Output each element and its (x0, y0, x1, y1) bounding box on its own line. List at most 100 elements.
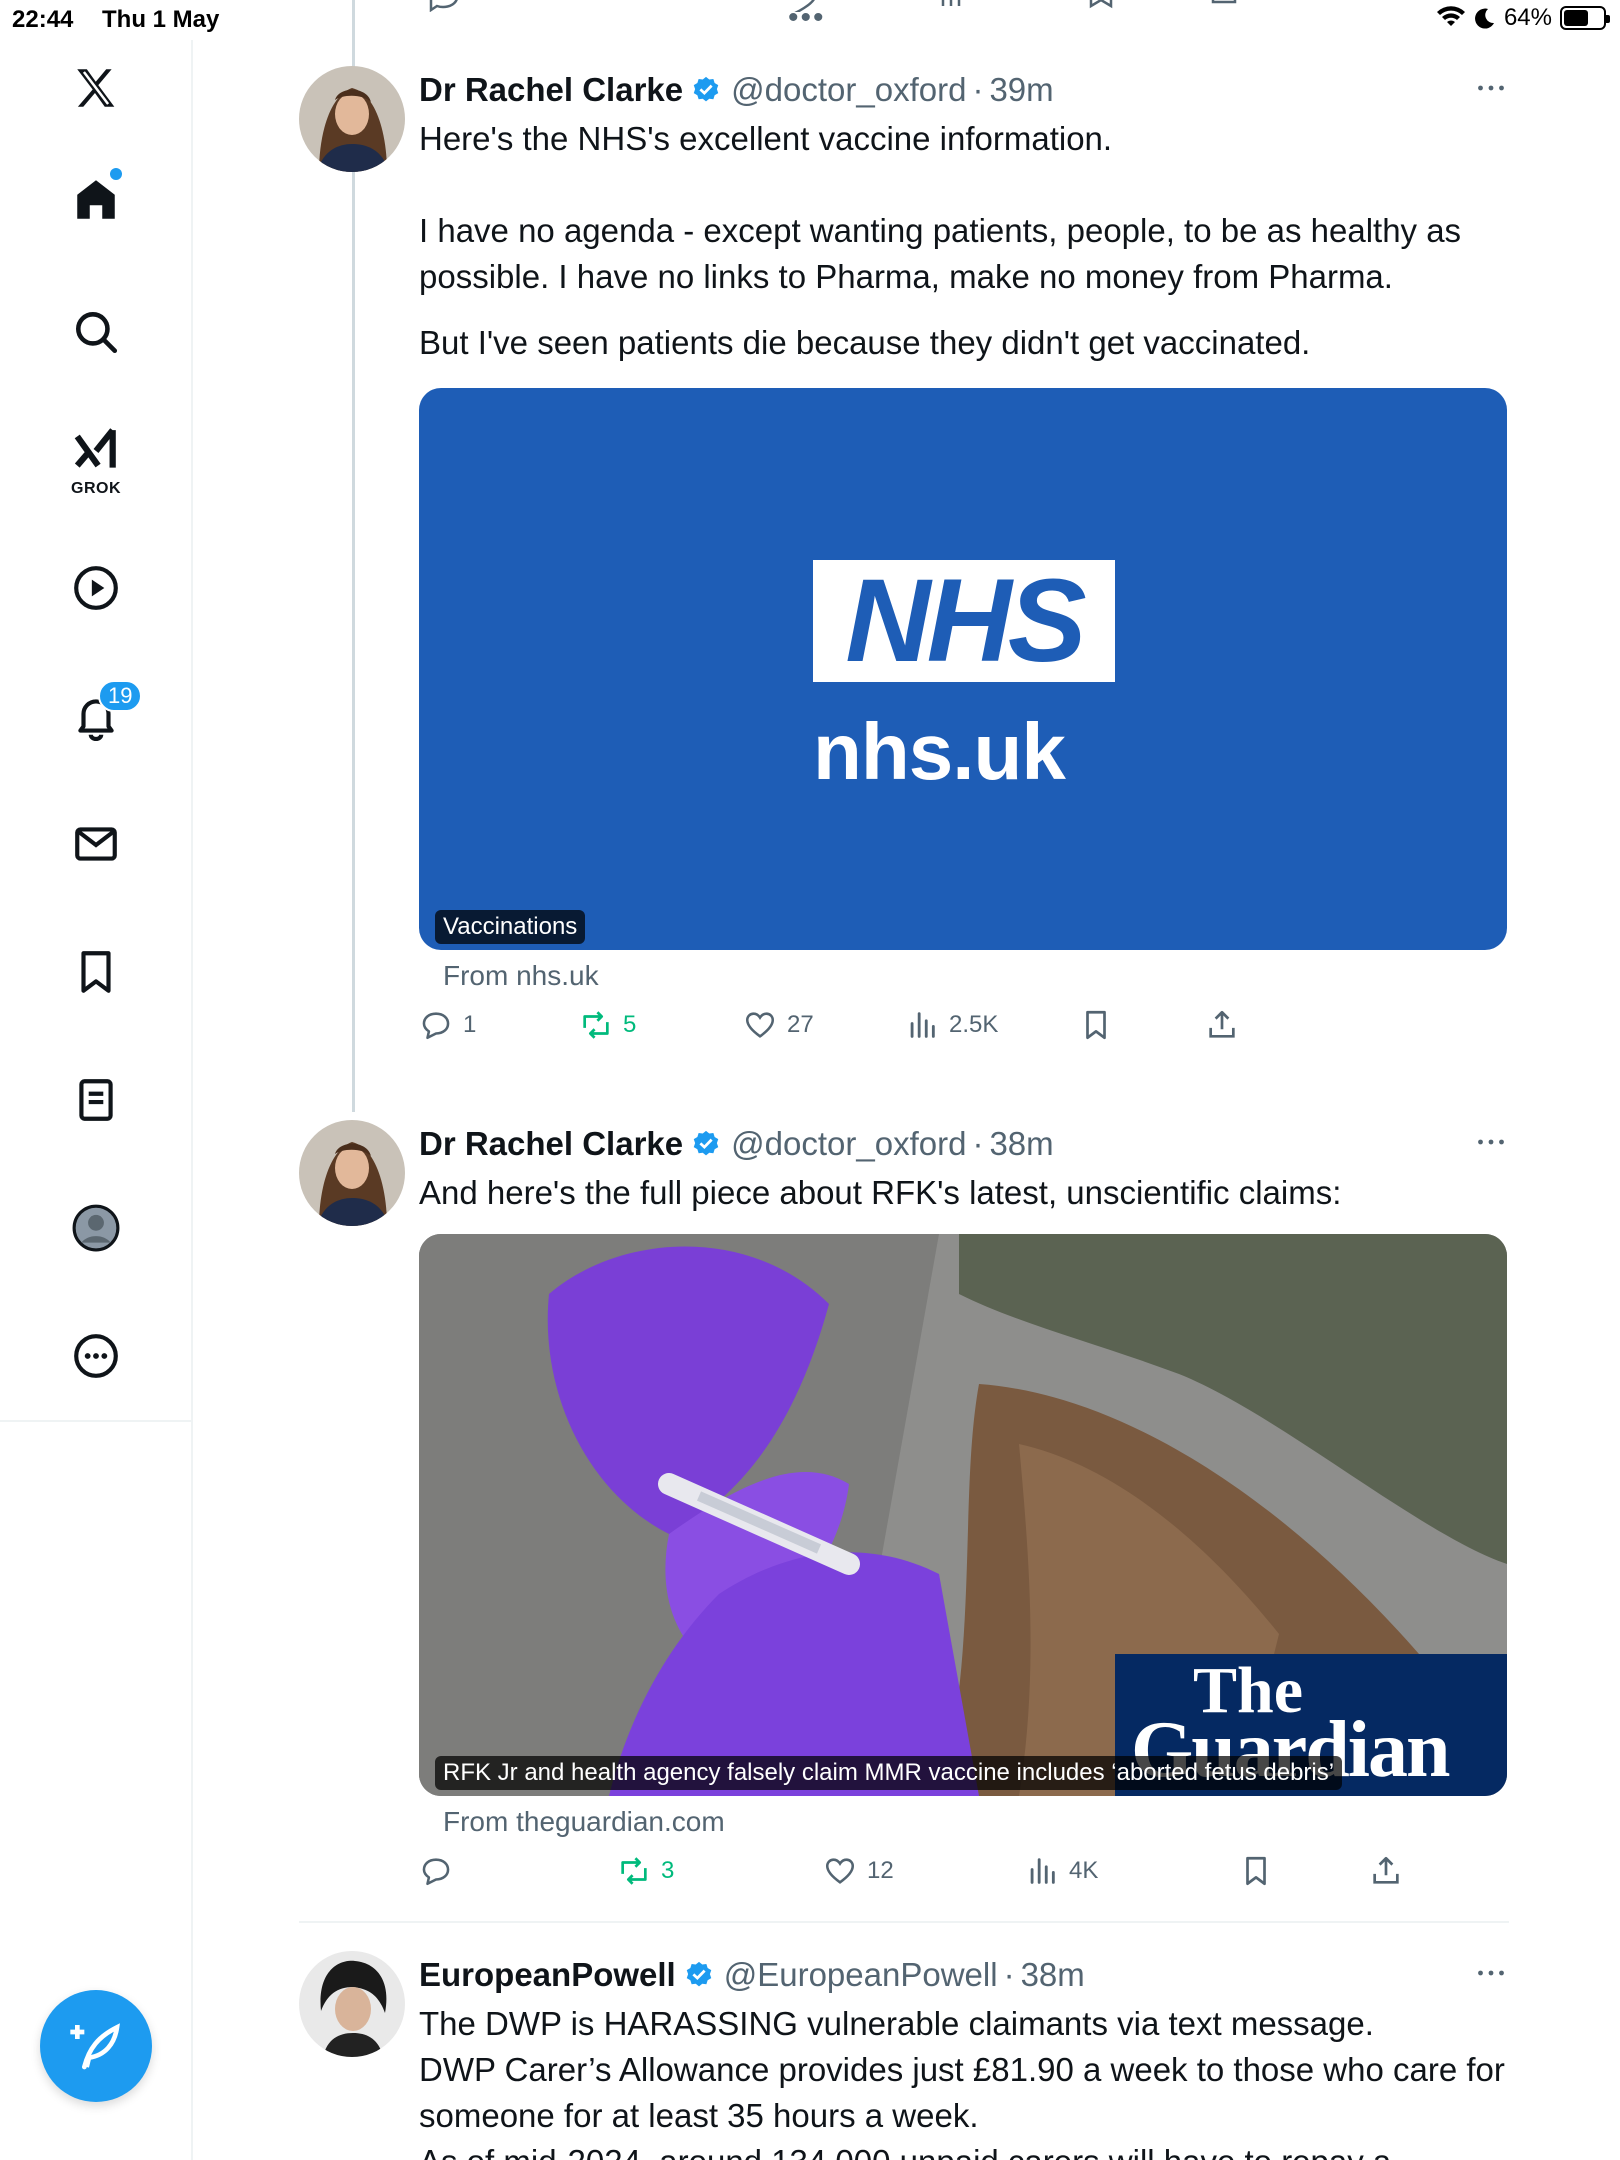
author-handle[interactable]: @EuropeanPowell (724, 1956, 998, 1994)
home-icon (77, 180, 115, 219)
like-button[interactable]: 27 (743, 1008, 814, 1042)
more-options-icon[interactable] (1473, 1955, 1509, 1991)
tweet-timestamp[interactable]: 39m (989, 71, 1053, 109)
separator-dot: · (972, 71, 984, 108)
views-button[interactable]: 2.5K (905, 1008, 998, 1042)
compose-feather-icon (70, 2023, 120, 2070)
tweet-actions: 1 5 27 2.5K (419, 1008, 1509, 1068)
author-name[interactable]: Dr Rachel Clarke (419, 71, 683, 109)
bookmark-icon (1246, 1856, 1266, 1886)
verified-badge-icon (693, 1130, 719, 1156)
bookmark-button[interactable] (1239, 1854, 1273, 1888)
author-handle[interactable]: @doctor_oxford (731, 1125, 966, 1163)
nav-search[interactable] (56, 292, 136, 372)
heart-icon (825, 1858, 855, 1884)
tweet-header: Dr Rachel Clarke @doctor_oxford · 38m (419, 1120, 1509, 1168)
x-logo-icon[interactable] (56, 48, 136, 128)
heart-icon (745, 1012, 775, 1038)
repost-button[interactable]: 5 (579, 1008, 636, 1042)
search-icon (76, 312, 118, 354)
grok-label: GROK (71, 480, 121, 497)
card-title-label: RFK Jr and health agency falsely claim M… (435, 1756, 1343, 1790)
bookmark-button[interactable] (1079, 1008, 1113, 1042)
repost-icon (621, 1857, 647, 1885)
bookmark-icon (81, 951, 111, 993)
nav-grok[interactable]: GROK (56, 420, 136, 500)
nav-bookmarks[interactable] (56, 932, 136, 1012)
tweet-text-line: DWP Carer’s Allowance provides just £81.… (419, 2051, 1505, 2134)
nav-more[interactable] (56, 1316, 136, 1396)
link-card-nhs[interactable]: NHS nhs.uk Vaccinations (419, 388, 1507, 950)
repost-count: 3 (661, 1857, 675, 1884)
author-handle[interactable]: @doctor_oxford (731, 71, 966, 109)
card-domain-text: nhs.uk (813, 707, 1066, 796)
nav-video[interactable] (56, 548, 136, 628)
tweet-timestamp[interactable]: 38m (1021, 1956, 1085, 1994)
author-avatar[interactable] (299, 66, 405, 172)
nav-home[interactable] (56, 160, 136, 240)
tweet-text-line: And here's the full piece about RFK's la… (419, 1174, 1342, 1211)
tweet-header: Dr Rachel Clarke @doctor_oxford · 39m (419, 66, 1509, 114)
reply-icon (422, 1012, 450, 1040)
share-button[interactable] (1205, 1008, 1239, 1042)
more-options-icon[interactable] (1473, 1124, 1509, 1160)
play-icon (74, 566, 118, 610)
separator-dot: · (1003, 1956, 1015, 1993)
tweet-body: EuropeanPowell @EuropeanPowell · 38m The… (419, 1951, 1509, 2160)
notification-badge: 19 (98, 680, 143, 712)
tweet-text-line: As of mid-2024, around 134,000 unpaid ca… (419, 2139, 1509, 2160)
sidebar: GROK 19 (0, 40, 193, 2160)
tweet-text: And here's the full piece about RFK's la… (419, 1170, 1509, 1216)
reply-icon (422, 1858, 450, 1886)
tweet-body: Dr Rachel Clarke @doctor_oxford · 39m He… (419, 66, 1509, 1068)
card-source[interactable]: From theguardian.com (443, 1806, 1509, 1846)
view-count: 4K (1069, 1857, 1099, 1884)
link-card-guardian[interactable]: The Guardian RFK Jr and health agency fa… (419, 1234, 1507, 1796)
tweet-timestamp[interactable]: 38m (989, 1125, 1053, 1163)
previous-post-actions (429, 0, 1237, 12)
verified-badge-icon (693, 76, 719, 102)
grok-icon (74, 428, 116, 468)
tweet-text-line: The DWP is HARASSING vulnerable claimant… (419, 2005, 1374, 2042)
compose-post-button[interactable] (40, 1990, 152, 2102)
nav-lists[interactable] (56, 1060, 136, 1140)
tweet-text-line: Here's the NHS's excellent vaccine infor… (419, 120, 1113, 157)
unread-dot (110, 168, 122, 180)
repost-button[interactable]: 3 (617, 1854, 674, 1888)
tweet-header: EuropeanPowell @EuropeanPowell · 38m (419, 1951, 1509, 1999)
sidebar-divider (0, 1420, 193, 1422)
bookmark-icon (1086, 1010, 1106, 1040)
author-avatar[interactable] (299, 1120, 405, 1226)
author-avatar[interactable] (299, 1951, 405, 2057)
like-count: 12 (867, 1857, 894, 1884)
list-icon (79, 1079, 113, 1121)
share-icon (1209, 1010, 1235, 1038)
like-count: 27 (787, 1011, 814, 1038)
profile-avatar-icon (72, 1204, 120, 1252)
card-source[interactable]: From nhs.uk (443, 960, 1509, 1000)
share-button[interactable] (1369, 1854, 1403, 1888)
views-button[interactable]: 4K (1025, 1854, 1098, 1888)
more-options-icon[interactable] (1473, 70, 1509, 106)
more-circle-icon (74, 1334, 118, 1378)
tweet-text-line: I have no agenda - except wanting patien… (419, 212, 1462, 295)
nav-notifications[interactable]: 19 (56, 676, 143, 756)
like-button[interactable]: 12 (823, 1854, 894, 1888)
separator-dot: · (972, 1125, 984, 1162)
author-name[interactable]: EuropeanPowell (419, 1956, 676, 1994)
author-name[interactable]: Dr Rachel Clarke (419, 1125, 683, 1163)
nav-messages[interactable] (56, 804, 136, 884)
reply-button[interactable]: 1 (419, 1008, 476, 1042)
reply-button[interactable] (419, 1854, 463, 1888)
view-count: 2.5K (949, 1011, 999, 1038)
card-title-label: Vaccinations (435, 910, 586, 944)
tweet-actions: 3 12 4K (419, 1854, 1509, 1914)
reply-count: 1 (463, 1011, 477, 1038)
tweet-text-line: But I've seen patients die because they … (419, 324, 1311, 361)
tweet-text: Here's the NHS's excellent vaccine infor… (419, 116, 1509, 366)
nav-profile[interactable] (56, 1188, 136, 1268)
repost-count: 5 (623, 1011, 637, 1038)
timeline: Dr Rachel Clarke @doctor_oxford · 39m He… (193, 0, 1620, 2160)
tweet-text: The DWP is HARASSING vulnerable claimant… (419, 2001, 1509, 2160)
views-chart-icon (910, 1012, 935, 1038)
